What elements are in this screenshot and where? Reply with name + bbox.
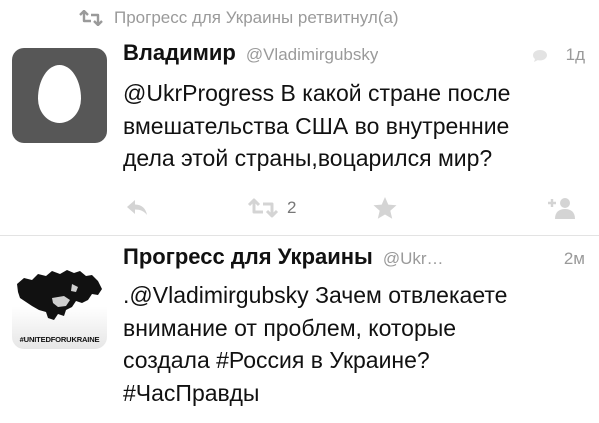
avatar-hashtag: #UNITEDFORUKRAINE [20,335,100,344]
egg-avatar[interactable] [12,48,107,143]
ukraine-map-icon: #UNITEDFORUKRAINE [17,270,102,344]
favorite-button[interactable] [372,193,398,223]
retweet-icon [247,198,279,218]
conversation-icon [532,49,548,63]
retweet-context[interactable]: Прогресс для Украины ретвитнул(а) [78,6,399,30]
united-for-ukraine-avatar[interactable]: #UNITEDFORUKRAINE [12,254,107,349]
tweet-header: Владимир @Vladimirgubsky 1д [123,40,585,72]
egg-icon [38,65,81,123]
retweet-icon [78,10,104,26]
retweet-count: 2 [287,198,297,217]
reply-icon [125,199,149,217]
author-handle[interactable]: @Ukr… [383,249,444,269]
tweet-text: .@Vladimirgubsky Зачем отвлекаете вниман… [123,282,508,406]
tweet[interactable]: #UNITEDFORUKRAINE Прогресс для Украины @… [0,236,599,423]
author-name[interactable]: Владимир [123,40,236,66]
tweet-header: Прогресс для Украины @Ukr… 2м [123,244,585,276]
tweet-actions: 2 [123,193,585,223]
tweet-text: @UkrProgress В какой стране после вмешат… [123,80,511,171]
add-user-icon [547,196,577,220]
tweet-time[interactable]: 1д [566,45,585,65]
retweet-button[interactable]: 2 [247,193,296,223]
follow-button[interactable] [547,193,577,223]
author-name[interactable]: Прогресс для Украины [123,244,373,270]
author-handle[interactable]: @Vladimirgubsky [246,45,379,65]
twitter-timeline: Прогресс для Украины ретвитнул(а) Владим… [0,0,599,423]
retweet-context-text: Прогресс для Украины ретвитнул(а) [114,8,399,27]
star-icon [372,196,398,220]
reply-button[interactable] [125,193,149,223]
tweet[interactable]: Владимир @Vladimirgubsky 1д @UkrProgress… [0,30,599,235]
tweet-time[interactable]: 2м [564,249,585,269]
